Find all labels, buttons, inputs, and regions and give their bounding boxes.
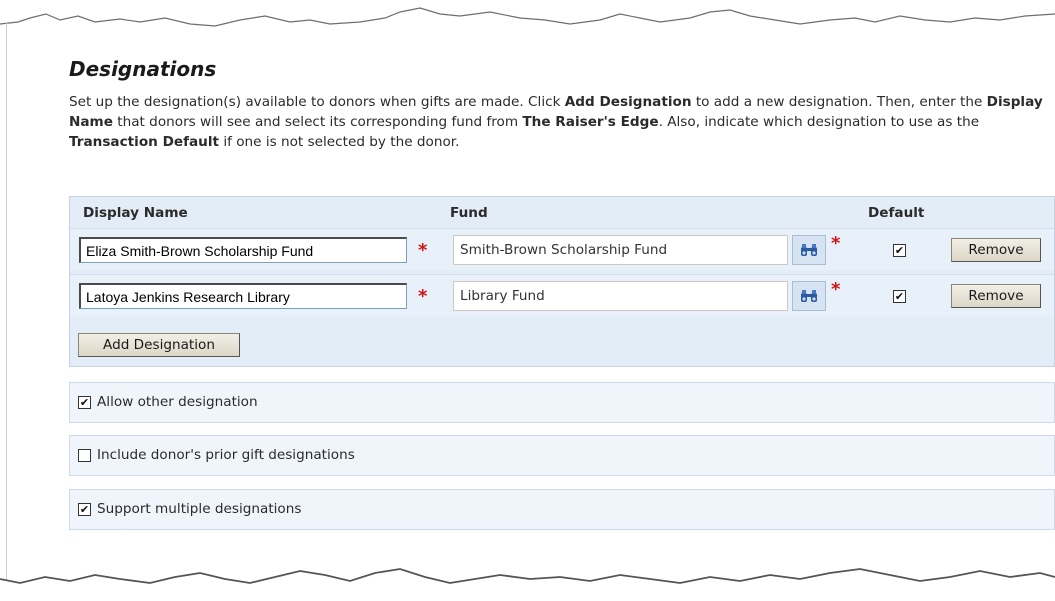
default-checkbox[interactable]: ✔ <box>893 290 906 303</box>
add-designation-button[interactable]: Add Designation <box>78 333 240 357</box>
default-checkbox[interactable]: ✔ <box>893 244 906 257</box>
binoculars-icon[interactable] <box>792 235 826 265</box>
option-include-prior-designations: Include donor's prior gift designations <box>69 435 1055 476</box>
include-prior-checkbox[interactable] <box>78 449 91 462</box>
required-marker: * <box>831 233 841 254</box>
description-text: to add a new designation. Then, enter th… <box>691 94 987 110</box>
display-name-input[interactable] <box>79 283 407 309</box>
remove-button[interactable]: Remove <box>951 238 1041 262</box>
designations-grid: Display Name Fund Default * * ✔ Remove *… <box>69 196 1055 367</box>
allow-other-checkbox[interactable]: ✔ <box>78 396 91 409</box>
required-marker: * <box>418 240 428 261</box>
description-text: that donors will see and select its corr… <box>112 114 523 130</box>
remove-button[interactable]: Remove <box>951 284 1041 308</box>
description-emphasis: The Raiser's Edge <box>522 114 659 130</box>
option-label: Include donor's prior gift designations <box>97 447 355 463</box>
display-name-input[interactable] <box>79 237 407 263</box>
option-support-multiple-designations: ✔ Support multiple designations <box>69 489 1055 530</box>
description-text: if one is not selected by the donor. <box>219 134 460 150</box>
description-text: . Also, indicate which designation to us… <box>658 114 980 130</box>
option-label: Support multiple designations <box>97 501 302 517</box>
torn-edge-top <box>0 0 1055 27</box>
fund-input[interactable] <box>453 235 788 265</box>
description-emphasis: Transaction Default <box>69 134 219 150</box>
column-header-default: Default <box>868 205 925 221</box>
option-label: Allow other designation <box>97 394 258 410</box>
torn-edge-bottom <box>0 568 1055 601</box>
section-description: Set up the designation(s) available to d… <box>69 92 1044 152</box>
column-header-fund: Fund <box>450 205 488 221</box>
binoculars-icon[interactable] <box>792 281 826 311</box>
section-title: Designations <box>69 57 217 81</box>
support-multiple-checkbox[interactable]: ✔ <box>78 503 91 516</box>
column-header-display-name: Display Name <box>83 205 188 221</box>
required-marker: * <box>831 279 841 300</box>
fund-input[interactable] <box>453 281 788 311</box>
description-text: Set up the designation(s) available to d… <box>69 94 565 110</box>
description-emphasis: Add Designation <box>564 94 692 110</box>
option-allow-other-designation: ✔ Allow other designation <box>69 382 1055 423</box>
table-row: * * ✔ Remove <box>70 228 1054 270</box>
table-row: * * ✔ Remove <box>70 274 1054 316</box>
page-left-edge <box>6 22 7 582</box>
required-marker: * <box>418 286 428 307</box>
